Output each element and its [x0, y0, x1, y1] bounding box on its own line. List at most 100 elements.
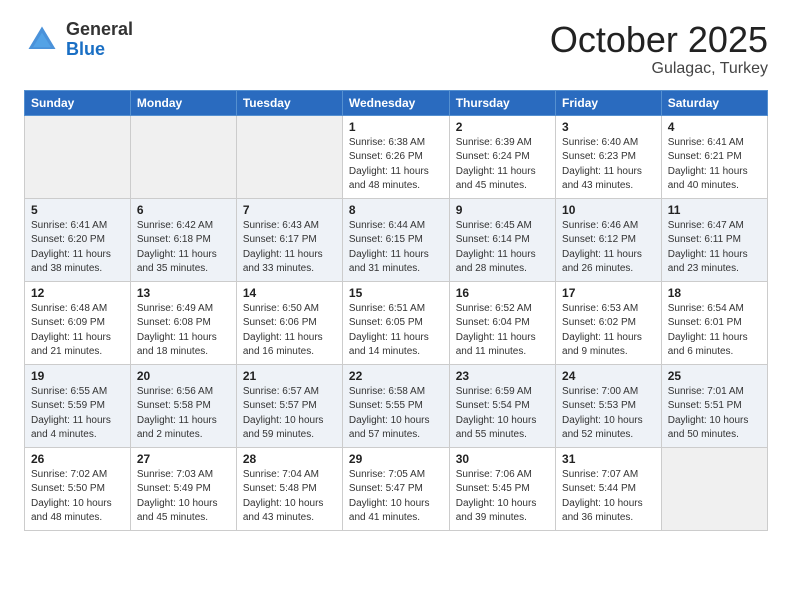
table-row: 10Sunrise: 6:46 AM Sunset: 6:12 PM Dayli… [556, 198, 662, 281]
day-number: 12 [31, 286, 124, 300]
day-info: Sunrise: 7:04 AM Sunset: 5:48 PM Dayligh… [243, 468, 336, 526]
day-number: 14 [243, 286, 336, 300]
day-info: Sunrise: 6:50 AM Sunset: 6:06 PM Dayligh… [243, 302, 336, 360]
logo-icon [24, 22, 60, 58]
day-info: Sunrise: 7:07 AM Sunset: 5:44 PM Dayligh… [562, 468, 655, 526]
page-container: General Blue October 2025 Gulagac, Turke… [0, 0, 792, 547]
calendar-week-1: 1 Sunrise: 6:38 AM Sunset: 6:26 PM Daylig… [25, 115, 768, 198]
day-info: Sunrise: 6:48 AM Sunset: 6:09 PM Dayligh… [31, 302, 124, 360]
day-info: Sunrise: 7:06 AM Sunset: 5:45 PM Dayligh… [456, 468, 549, 526]
table-row: 26Sunrise: 7:02 AM Sunset: 5:50 PM Dayli… [25, 447, 131, 530]
day-info: Sunrise: 6:51 AM Sunset: 6:05 PM Dayligh… [349, 302, 443, 360]
col-thursday: Thursday [449, 90, 555, 115]
day-info: Sunrise: 6:43 AM Sunset: 6:17 PM Dayligh… [243, 219, 336, 277]
table-row [25, 115, 131, 198]
day-info: Sunrise: 6:57 AM Sunset: 5:57 PM Dayligh… [243, 385, 336, 443]
table-row: 23Sunrise: 6:59 AM Sunset: 5:54 PM Dayli… [449, 364, 555, 447]
day-number: 8 [349, 203, 443, 217]
day-number: 21 [243, 369, 336, 383]
day-number: 22 [349, 369, 443, 383]
table-row: 31 Sunrise: 7:07 AM Sunset: 5:44 PM Dayli… [556, 447, 662, 530]
day-number: 29 [349, 452, 443, 466]
day-info: Sunrise: 6:38 AM Sunset: 6:26 PM Dayligh… [349, 136, 443, 194]
day-info: Sunrise: 6:40 AM Sunset: 6:23 PM Dayligh… [562, 136, 655, 194]
table-row: 6Sunrise: 6:42 AM Sunset: 6:18 PM Daylig… [130, 198, 236, 281]
calendar-week-4: 19 Sunrise: 6:55 AM Sunset: 5:59 PM Dayli… [25, 364, 768, 447]
day-number: 3 [562, 120, 655, 134]
day-number: 16 [456, 286, 549, 300]
logo: General Blue [24, 20, 133, 60]
location: Gulagac, Turkey [550, 60, 768, 78]
day-number: 6 [137, 203, 230, 217]
day-info: Sunrise: 6:46 AM Sunset: 6:12 PM Dayligh… [562, 219, 655, 277]
calendar-week-5: 26Sunrise: 7:02 AM Sunset: 5:50 PM Dayli… [25, 447, 768, 530]
day-info: Sunrise: 7:02 AM Sunset: 5:50 PM Dayligh… [31, 468, 124, 526]
table-row: 12 Sunrise: 6:48 AM Sunset: 6:09 PM Dayli… [25, 281, 131, 364]
day-number: 25 [668, 369, 761, 383]
table-row: 4 Sunrise: 6:41 AM Sunset: 6:21 PM Daylig… [661, 115, 767, 198]
table-row: 25 Sunrise: 7:01 AM Sunset: 5:51 PM Dayli… [661, 364, 767, 447]
table-row: 28 Sunrise: 7:04 AM Sunset: 5:48 PM Dayli… [236, 447, 342, 530]
day-info: Sunrise: 6:44 AM Sunset: 6:15 PM Dayligh… [349, 219, 443, 277]
day-number: 7 [243, 203, 336, 217]
col-monday: Monday [130, 90, 236, 115]
table-row: 11Sunrise: 6:47 AM Sunset: 6:11 PM Dayli… [661, 198, 767, 281]
day-info: Sunrise: 7:05 AM Sunset: 5:47 PM Dayligh… [349, 468, 443, 526]
day-number: 27 [137, 452, 230, 466]
table-row: 16Sunrise: 6:52 AM Sunset: 6:04 PM Dayli… [449, 281, 555, 364]
table-row: 17 Sunrise: 6:53 AM Sunset: 6:02 PM Dayli… [556, 281, 662, 364]
table-row: 1 Sunrise: 6:38 AM Sunset: 6:26 PM Daylig… [342, 115, 449, 198]
day-info: Sunrise: 6:41 AM Sunset: 6:20 PM Dayligh… [31, 219, 124, 277]
day-info: Sunrise: 6:53 AM Sunset: 6:02 PM Dayligh… [562, 302, 655, 360]
day-info: Sunrise: 6:55 AM Sunset: 5:59 PM Dayligh… [31, 385, 124, 443]
day-info: Sunrise: 6:58 AM Sunset: 5:55 PM Dayligh… [349, 385, 443, 443]
day-number: 30 [456, 452, 549, 466]
table-row: 27Sunrise: 7:03 AM Sunset: 5:49 PM Dayli… [130, 447, 236, 530]
table-row: 15Sunrise: 6:51 AM Sunset: 6:05 PM Dayli… [342, 281, 449, 364]
table-row [130, 115, 236, 198]
day-number: 18 [668, 286, 761, 300]
day-info: Sunrise: 7:01 AM Sunset: 5:51 PM Dayligh… [668, 385, 761, 443]
table-row: 2 Sunrise: 6:39 AM Sunset: 6:24 PM Daylig… [449, 115, 555, 198]
table-row: 7 Sunrise: 6:43 AM Sunset: 6:17 PM Daylig… [236, 198, 342, 281]
table-row [236, 115, 342, 198]
day-info: Sunrise: 6:59 AM Sunset: 5:54 PM Dayligh… [456, 385, 549, 443]
calendar-header-row: Sunday Monday Tuesday Wednesday Thursday… [25, 90, 768, 115]
day-number: 1 [349, 120, 443, 134]
day-info: Sunrise: 7:00 AM Sunset: 5:53 PM Dayligh… [562, 385, 655, 443]
calendar-week-3: 12 Sunrise: 6:48 AM Sunset: 6:09 PM Dayli… [25, 281, 768, 364]
calendar-week-2: 5 Sunrise: 6:41 AM Sunset: 6:20 PM Daylig… [25, 198, 768, 281]
day-info: Sunrise: 6:45 AM Sunset: 6:14 PM Dayligh… [456, 219, 549, 277]
logo-blue: Blue [66, 40, 133, 60]
table-row: 9 Sunrise: 6:45 AM Sunset: 6:14 PM Daylig… [449, 198, 555, 281]
day-number: 13 [137, 286, 230, 300]
table-row: 14 Sunrise: 6:50 AM Sunset: 6:06 PM Dayli… [236, 281, 342, 364]
day-info: Sunrise: 6:41 AM Sunset: 6:21 PM Dayligh… [668, 136, 761, 194]
day-info: Sunrise: 6:39 AM Sunset: 6:24 PM Dayligh… [456, 136, 549, 194]
logo-text: General Blue [66, 20, 133, 60]
day-info: Sunrise: 6:56 AM Sunset: 5:58 PM Dayligh… [137, 385, 230, 443]
day-number: 19 [31, 369, 124, 383]
day-number: 9 [456, 203, 549, 217]
table-row: 20 Sunrise: 6:56 AM Sunset: 5:58 PM Dayli… [130, 364, 236, 447]
col-friday: Friday [556, 90, 662, 115]
table-row: 18Sunrise: 6:54 AM Sunset: 6:01 PM Dayli… [661, 281, 767, 364]
day-number: 24 [562, 369, 655, 383]
day-number: 5 [31, 203, 124, 217]
col-tuesday: Tuesday [236, 90, 342, 115]
day-number: 20 [137, 369, 230, 383]
day-number: 2 [456, 120, 549, 134]
day-number: 17 [562, 286, 655, 300]
day-number: 4 [668, 120, 761, 134]
day-number: 28 [243, 452, 336, 466]
calendar-table: Sunday Monday Tuesday Wednesday Thursday… [24, 90, 768, 531]
table-row: 21 Sunrise: 6:57 AM Sunset: 5:57 PM Dayli… [236, 364, 342, 447]
table-row: 22 Sunrise: 6:58 AM Sunset: 5:55 PM Dayli… [342, 364, 449, 447]
table-row: 5 Sunrise: 6:41 AM Sunset: 6:20 PM Daylig… [25, 198, 131, 281]
table-row: 8 Sunrise: 6:44 AM Sunset: 6:15 PM Daylig… [342, 198, 449, 281]
day-number: 31 [562, 452, 655, 466]
table-row: 19 Sunrise: 6:55 AM Sunset: 5:59 PM Dayli… [25, 364, 131, 447]
table-row: 29 Sunrise: 7:05 AM Sunset: 5:47 PM Dayli… [342, 447, 449, 530]
col-wednesday: Wednesday [342, 90, 449, 115]
table-row: 3 Sunrise: 6:40 AM Sunset: 6:23 PM Daylig… [556, 115, 662, 198]
